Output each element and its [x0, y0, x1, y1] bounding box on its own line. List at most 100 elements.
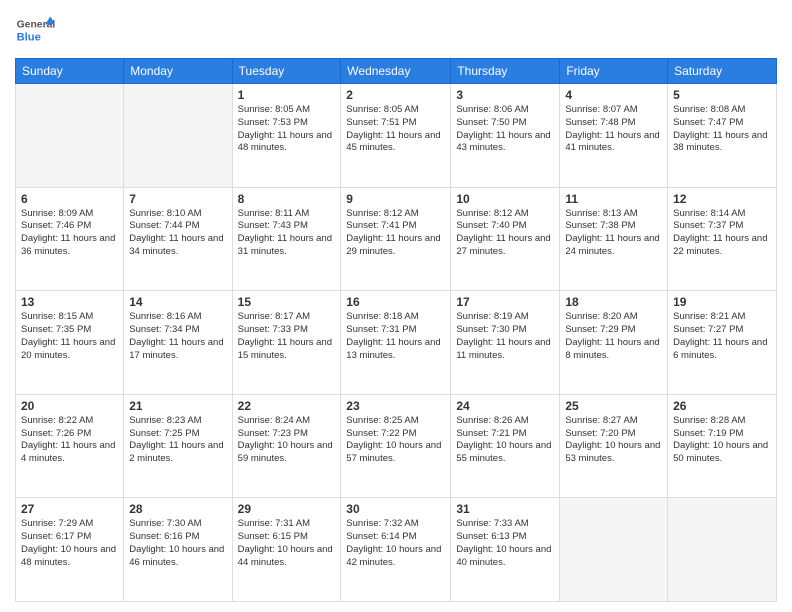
day-info: Sunrise: 8:24 AM Sunset: 7:23 PM Dayligh… [238, 415, 336, 466]
day-info: Sunrise: 8:13 AM Sunset: 7:38 PM Dayligh… [565, 208, 662, 259]
day-number: 25 [565, 399, 662, 413]
calendar-cell: 5Sunrise: 8:08 AM Sunset: 7:47 PM Daylig… [668, 84, 777, 188]
calendar-cell: 31 Sunrise: 7:33 AM Sunset: 6:13 PM Dayli… [451, 498, 560, 602]
day-number: 2 [346, 88, 445, 102]
day-info: Sunrise: 8:17 AM Sunset: 7:33 PM Dayligh… [238, 311, 336, 362]
calendar-cell: 7 Sunrise: 8:10 AM Sunset: 7:44 PM Daylig… [124, 187, 232, 291]
day-info: Sunrise: 7:33 AM Sunset: 6:13 PM Dayligh… [456, 518, 554, 569]
calendar-cell: 24 Sunrise: 8:26 AM Sunset: 7:21 PM Dayli… [451, 394, 560, 498]
calendar-cell: 23 Sunrise: 8:25 AM Sunset: 7:22 PM Dayli… [341, 394, 451, 498]
calendar-cell: 11 Sunrise: 8:13 AM Sunset: 7:38 PM Dayli… [560, 187, 668, 291]
calendar-cell: 29Sunrise: 7:31 AM Sunset: 6:15 PM Dayli… [232, 498, 341, 602]
day-info: Sunrise: 8:21 AM Sunset: 7:27 PM Dayligh… [673, 311, 771, 362]
day-of-week-header: Wednesday [341, 59, 451, 84]
calendar-cell: 1 Sunrise: 8:05 AM Sunset: 7:53 PM Daylig… [232, 84, 341, 188]
calendar-cell [668, 498, 777, 602]
day-number: 21 [129, 399, 226, 413]
day-info: Sunrise: 8:05 AM Sunset: 7:51 PM Dayligh… [346, 104, 445, 155]
day-number: 28 [129, 502, 226, 516]
calendar-cell: 2 Sunrise: 8:05 AM Sunset: 7:51 PM Daylig… [341, 84, 451, 188]
calendar-cell: 20 Sunrise: 8:22 AM Sunset: 7:26 PM Dayli… [16, 394, 124, 498]
day-info: Sunrise: 8:19 AM Sunset: 7:30 PM Dayligh… [456, 311, 554, 362]
day-number: 16 [346, 295, 445, 309]
calendar-cell: 28 Sunrise: 7:30 AM Sunset: 6:16 PM Dayli… [124, 498, 232, 602]
day-info: Sunrise: 8:25 AM Sunset: 7:22 PM Dayligh… [346, 415, 445, 466]
calendar-cell: 3 Sunrise: 8:06 AM Sunset: 7:50 PM Daylig… [451, 84, 560, 188]
day-info: Sunrise: 8:11 AM Sunset: 7:43 PM Dayligh… [238, 208, 336, 259]
calendar-cell: 13 Sunrise: 8:15 AM Sunset: 7:35 PM Dayli… [16, 291, 124, 395]
calendar-cell: 16 Sunrise: 8:18 AM Sunset: 7:31 PM Dayli… [341, 291, 451, 395]
day-info: Sunrise: 7:30 AM Sunset: 6:16 PM Dayligh… [129, 518, 226, 569]
day-info: Sunrise: 8:05 AM Sunset: 7:53 PM Dayligh… [238, 104, 336, 155]
day-of-week-header: Saturday [668, 59, 777, 84]
day-info: Sunrise: 8:22 AM Sunset: 7:26 PM Dayligh… [21, 415, 118, 466]
day-info: Sunrise: 8:07 AM Sunset: 7:48 PM Dayligh… [565, 104, 662, 155]
calendar-cell: 27 Sunrise: 7:29 AM Sunset: 6:17 PM Dayli… [16, 498, 124, 602]
calendar-cell: 22 Sunrise: 8:24 AM Sunset: 7:23 PM Dayli… [232, 394, 341, 498]
day-number: 27 [21, 502, 118, 516]
day-number: 30 [346, 502, 445, 516]
day-number: 22 [238, 399, 336, 413]
calendar-cell: 12 Sunrise: 8:14 AM Sunset: 7:37 PM Dayli… [668, 187, 777, 291]
day-of-week-header: Monday [124, 59, 232, 84]
day-number: 10 [456, 192, 554, 206]
calendar-cell: 14 Sunrise: 8:16 AM Sunset: 7:34 PM Dayli… [124, 291, 232, 395]
day-number: 14 [129, 295, 226, 309]
calendar-cell: 26 Sunrise: 8:28 AM Sunset: 7:19 PM Dayli… [668, 394, 777, 498]
day-number: 7 [129, 192, 226, 206]
day-number: 24 [456, 399, 554, 413]
day-info: Sunrise: 8:12 AM Sunset: 7:41 PM Dayligh… [346, 208, 445, 259]
calendar-cell: 4 Sunrise: 8:07 AM Sunset: 7:48 PM Daylig… [560, 84, 668, 188]
day-info: Sunrise: 8:12 AM Sunset: 7:40 PM Dayligh… [456, 208, 554, 259]
calendar-cell: 10 Sunrise: 8:12 AM Sunset: 7:40 PM Dayli… [451, 187, 560, 291]
day-info: Sunrise: 8:20 AM Sunset: 7:29 PM Dayligh… [565, 311, 662, 362]
calendar-cell: 21 Sunrise: 8:23 AM Sunset: 7:25 PM Dayli… [124, 394, 232, 498]
day-of-week-header: Sunday [16, 59, 124, 84]
logo: General Blue [15, 10, 59, 50]
day-number: 26 [673, 399, 771, 413]
day-info: Sunrise: 8:26 AM Sunset: 7:21 PM Dayligh… [456, 415, 554, 466]
day-number: 17 [456, 295, 554, 309]
day-number: 23 [346, 399, 445, 413]
day-number: 18 [565, 295, 662, 309]
day-info: Sunrise: 7:29 AM Sunset: 6:17 PM Dayligh… [21, 518, 118, 569]
day-info: Sunrise: 8:10 AM Sunset: 7:44 PM Dayligh… [129, 208, 226, 259]
day-number: 1 [238, 88, 336, 102]
calendar-cell [560, 498, 668, 602]
day-info: Sunrise: 8:15 AM Sunset: 7:35 PM Dayligh… [21, 311, 118, 362]
day-number: 20 [21, 399, 118, 413]
day-info: Sunrise: 8:09 AM Sunset: 7:46 PM Dayligh… [21, 208, 118, 259]
day-info: Sunrise: 8:06 AM Sunset: 7:50 PM Dayligh… [456, 104, 554, 155]
day-info: Sunrise: 8:16 AM Sunset: 7:34 PM Dayligh… [129, 311, 226, 362]
svg-text:Blue: Blue [17, 31, 41, 43]
day-info: Sunrise: 8:14 AM Sunset: 7:37 PM Dayligh… [673, 208, 771, 259]
day-info: Sunrise: 7:32 AM Sunset: 6:14 PM Dayligh… [346, 518, 445, 569]
day-info: Sunrise: 8:23 AM Sunset: 7:25 PM Dayligh… [129, 415, 226, 466]
day-number: 9 [346, 192, 445, 206]
day-number: 13 [21, 295, 118, 309]
day-info: Sunrise: 7:31 AM Sunset: 6:15 PM Dayligh… [238, 518, 336, 569]
day-number: 12 [673, 192, 771, 206]
calendar-cell: 30 Sunrise: 7:32 AM Sunset: 6:14 PM Dayli… [341, 498, 451, 602]
day-number: 3 [456, 88, 554, 102]
day-info: Sunrise: 8:28 AM Sunset: 7:19 PM Dayligh… [673, 415, 771, 466]
day-number: 19 [673, 295, 771, 309]
day-number: 31 [456, 502, 554, 516]
day-number: 4 [565, 88, 662, 102]
calendar-cell: 17 Sunrise: 8:19 AM Sunset: 7:30 PM Dayli… [451, 291, 560, 395]
calendar-cell: 18 Sunrise: 8:20 AM Sunset: 7:29 PM Dayli… [560, 291, 668, 395]
calendar-cell: 9 Sunrise: 8:12 AM Sunset: 7:41 PM Daylig… [341, 187, 451, 291]
day-number: 15 [238, 295, 336, 309]
calendar-cell [124, 84, 232, 188]
day-number: 6 [21, 192, 118, 206]
calendar-cell: 19 Sunrise: 8:21 AM Sunset: 7:27 PM Dayli… [668, 291, 777, 395]
day-info: Sunrise: 8:08 AM Sunset: 7:47 PM Dayligh… [673, 104, 771, 155]
day-of-week-header: Friday [560, 59, 668, 84]
calendar-cell: 15 Sunrise: 8:17 AM Sunset: 7:33 PM Dayli… [232, 291, 341, 395]
day-number: 11 [565, 192, 662, 206]
day-info: Sunrise: 8:18 AM Sunset: 7:31 PM Dayligh… [346, 311, 445, 362]
calendar-cell [16, 84, 124, 188]
day-of-week-header: Tuesday [232, 59, 341, 84]
calendar-cell: 8 Sunrise: 8:11 AM Sunset: 7:43 PM Daylig… [232, 187, 341, 291]
day-number: 8 [238, 192, 336, 206]
